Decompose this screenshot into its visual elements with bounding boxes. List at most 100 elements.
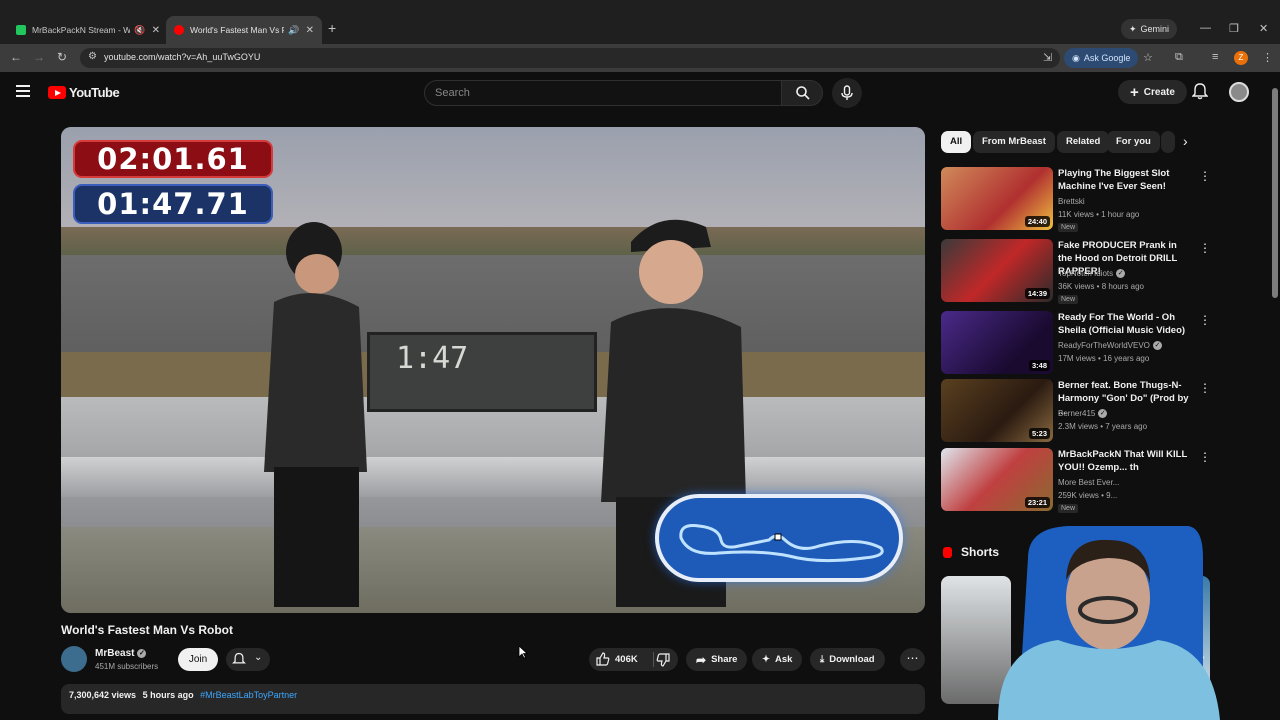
video-thumbnail[interactable]: 24:40 [941, 167, 1053, 230]
channel-name[interactable]: MrBeast [95, 648, 134, 659]
close-tab-icon[interactable]: ✕ [152, 25, 160, 36]
share-arrow-icon: ➦ [696, 652, 707, 667]
more-options-icon[interactable]: ⋮ [1199, 169, 1211, 183]
forward-icon[interactable]: → [33, 50, 45, 64]
recommended-video[interactable]: 5:23 Berner feat. Bone Thugs-N-Harmony "… [941, 379, 1211, 445]
chevron-right-icon[interactable]: › [1183, 133, 1188, 149]
muted-speaker-icon[interactable]: 🔇 [134, 25, 145, 36]
search-input[interactable]: Search [424, 80, 782, 106]
video-card-channel[interactable]: Brettski [1058, 197, 1085, 206]
ask-google-button[interactable]: ◉ Ask Google [1064, 48, 1139, 68]
more-options-icon[interactable]: ⋮ [1199, 381, 1211, 395]
hamburger-menu-icon[interactable] [16, 85, 30, 97]
new-badge: New [1058, 295, 1079, 304]
more-actions-icon[interactable]: ⋯ [900, 648, 925, 671]
create-button[interactable]: + Create [1118, 80, 1187, 104]
video-card-meta: 259K views • 9... [1058, 491, 1118, 500]
bookmark-star-icon[interactable]: ☆ [1143, 51, 1153, 64]
video-thumbnail[interactable]: 14:39 [941, 239, 1053, 302]
account-avatar[interactable] [1229, 82, 1249, 102]
video-duration: 14:39 [1024, 288, 1050, 299]
subscription-bell-button[interactable]: ⌄ [226, 648, 270, 671]
thumbs-down-icon[interactable] [656, 653, 670, 667]
search-placeholder: Search [435, 87, 470, 99]
media-controls-icon[interactable]: ≡ [1212, 51, 1218, 63]
track-outline-icon [679, 524, 884, 563]
track-minimap [655, 494, 903, 582]
video-duration: 23:21 [1024, 497, 1050, 508]
recommended-video[interactable]: 24:40 Playing The Biggest Slot Machine I… [941, 167, 1211, 233]
chip-for-you[interactable]: For you [1107, 131, 1160, 153]
chip-from-mrbeast[interactable]: From MrBeast [973, 131, 1055, 153]
download-button[interactable]: ⤓ Download [810, 648, 885, 671]
video-frame-hills [61, 227, 925, 257]
more-options-icon[interactable]: ⋮ [1199, 241, 1211, 255]
new-badge: New [1058, 223, 1079, 232]
page-scrollbar[interactable] [1272, 88, 1278, 298]
channel-name[interactable]: TopNotch Idiots [1058, 269, 1113, 278]
back-icon[interactable]: ← [10, 50, 22, 64]
youtube-logo[interactable]: YouTube [48, 85, 120, 100]
more-options-icon[interactable]: ⋮ [1199, 313, 1211, 327]
browser-tab-active[interactable]: World's Fastest Man Vs Rob 🔊 ✕ [166, 16, 322, 44]
like-divider [653, 652, 654, 667]
join-button[interactable]: Join [178, 648, 218, 671]
close-window-icon[interactable]: ✕ [1259, 22, 1268, 35]
channel-name[interactable]: Berner415 [1058, 409, 1095, 418]
channel-name[interactable]: ReadyForTheWorldVEVO [1058, 341, 1150, 350]
thumbs-up-icon[interactable] [596, 652, 610, 666]
recommended-video[interactable]: 3:48 Ready For The World - Oh Sheila (Of… [941, 311, 1211, 377]
youtube-play-icon [48, 86, 66, 99]
recommended-video[interactable]: 14:39 Fake PRODUCER Prank in the Hood on… [941, 239, 1211, 305]
address-bar[interactable]: ⚙ youtube.com/watch?v=Ah_uuTwGOYU [80, 48, 1060, 68]
restore-icon[interactable]: ❐ [1229, 22, 1239, 35]
hashtag-link[interactable]: #MrBeastLabToyPartner [200, 690, 297, 700]
chip-related[interactable]: Related [1057, 131, 1110, 153]
description-box[interactable]: 7,300,642 views 5 hours ago #MrBeastLabT… [61, 684, 925, 714]
video-card-title[interactable]: Playing The Biggest Slot Machine I've Ev… [1058, 167, 1192, 193]
speaker-icon[interactable]: 🔊 [288, 25, 299, 36]
more-options-icon[interactable]: ⋮ [1199, 450, 1211, 464]
race-timer-top: 02:01.61 [73, 140, 273, 178]
ask-button[interactable]: ✦ Ask [752, 648, 803, 671]
minimize-icon[interactable]: — [1200, 22, 1211, 34]
recommended-video[interactable]: 23:21 MrBackPackN That Will KILL YOU!! O… [941, 448, 1211, 514]
video-card-channel[interactable]: Berner415 ✓ [1058, 409, 1108, 419]
video-card-title[interactable]: MrBackPackN That Will KILL YOU!! Ozemp..… [1058, 448, 1192, 474]
video-player[interactable]: 1:47 02:01.61 01:47.71 [61, 127, 925, 613]
video-card-channel[interactable]: ReadyForTheWorldVEVO ✓ [1058, 341, 1162, 351]
video-person-left [264, 222, 367, 607]
like-count[interactable]: 406K [615, 654, 638, 665]
youtube-header: YouTube Search + Create [0, 72, 1280, 114]
site-info-icon[interactable]: ⚙ [88, 51, 97, 62]
video-card-channel[interactable]: TopNotch Idiots ✓ [1058, 269, 1126, 279]
verified-check-icon: ✓ [1116, 269, 1126, 279]
voice-search-button[interactable] [832, 78, 862, 108]
chip-cutoff[interactable] [1161, 131, 1175, 153]
notifications-bell-icon[interactable] [1191, 82, 1209, 105]
race-timer-bottom: 01:47.71 [73, 184, 273, 224]
share-button[interactable]: ➦ Share [686, 648, 748, 671]
channel-avatar[interactable] [61, 646, 87, 672]
new-tab-button[interactable]: + [328, 20, 336, 36]
channel-name-row[interactable]: MrBeast ✓ [95, 648, 147, 659]
search-icon [796, 86, 810, 100]
search-button[interactable] [781, 80, 823, 106]
video-thumbnail[interactable]: 5:23 [941, 379, 1053, 442]
extensions-icon[interactable]: ⧉ [1175, 51, 1183, 64]
video-card-channel[interactable]: More Best Ever... [1058, 478, 1119, 487]
video-card-title[interactable]: Ready For The World - Oh Sheila (Officia… [1058, 311, 1192, 337]
close-tab-icon[interactable]: ✕ [306, 25, 314, 36]
browser-tab[interactable]: MrBackPackN Stream - Wa 🔇 ✕ [8, 16, 168, 44]
video-thumbnail[interactable]: 23:21 [941, 448, 1053, 511]
video-thumbnail[interactable]: 3:48 [941, 311, 1053, 374]
reload-icon[interactable]: ↻ [57, 50, 67, 64]
browser-menu-icon[interactable]: ⋮ [1262, 51, 1273, 64]
microphone-icon [841, 85, 853, 100]
gemini-button[interactable]: ✦ Gemini [1121, 19, 1178, 39]
profile-avatar[interactable]: Z [1234, 51, 1248, 65]
chevron-down-icon: ⌄ [254, 652, 263, 663]
install-icon[interactable]: ⇲ [1043, 51, 1052, 64]
browser-toolbar: ← → ↻ ⚙ youtube.com/watch?v=Ah_uuTwGOYU … [0, 44, 1280, 72]
chip-all[interactable]: All [941, 131, 972, 153]
